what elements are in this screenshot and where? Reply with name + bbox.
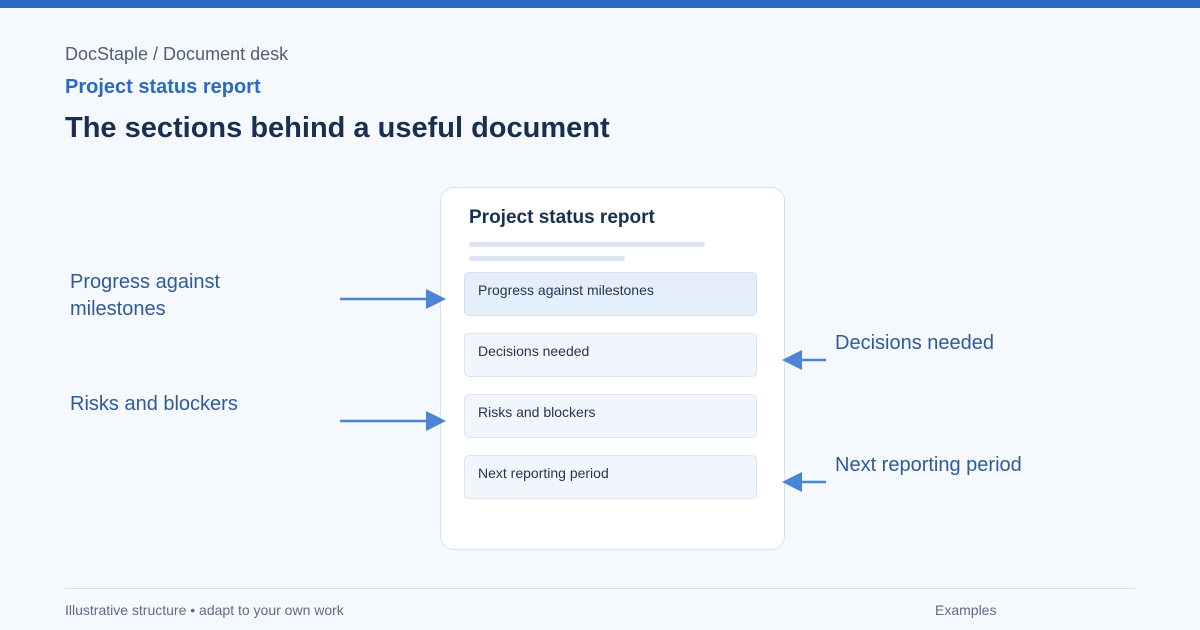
section-kicker: Project status report bbox=[65, 76, 261, 98]
document-section-risks: Risks and blockers bbox=[464, 394, 757, 438]
callout-risks: Risks and blockers bbox=[70, 393, 238, 415]
arrow-left-icon bbox=[782, 350, 826, 370]
callout-next-period: Next reporting period bbox=[835, 454, 1022, 476]
placeholder-text-line bbox=[469, 256, 625, 261]
page: DocStaple / Document desk Project status… bbox=[0, 0, 1200, 630]
arrow-right-icon bbox=[340, 289, 446, 309]
placeholder-text-line bbox=[469, 242, 705, 247]
document-section-decisions: Decisions needed bbox=[464, 333, 757, 377]
arrow-right-icon bbox=[340, 411, 446, 431]
document-section-progress: Progress against milestones bbox=[464, 272, 757, 316]
footer-note: Illustrative structure • adapt to your o… bbox=[65, 602, 344, 618]
callout-decisions: Decisions needed bbox=[835, 332, 994, 354]
footer-divider bbox=[65, 588, 1135, 589]
breadcrumb: DocStaple / Document desk bbox=[65, 44, 289, 64]
arrow-left-icon bbox=[782, 472, 826, 492]
top-accent-bar bbox=[0, 0, 1200, 8]
document-section-next-period: Next reporting period bbox=[464, 455, 757, 499]
document-mockup: Project status report Progress against m… bbox=[440, 187, 785, 550]
footer-examples-link[interactable]: Examples bbox=[935, 602, 996, 618]
document-title: Project status report bbox=[469, 207, 655, 228]
callout-progress: Progress against milestones bbox=[70, 271, 221, 320]
page-headline: The sections behind a useful document bbox=[65, 112, 610, 144]
